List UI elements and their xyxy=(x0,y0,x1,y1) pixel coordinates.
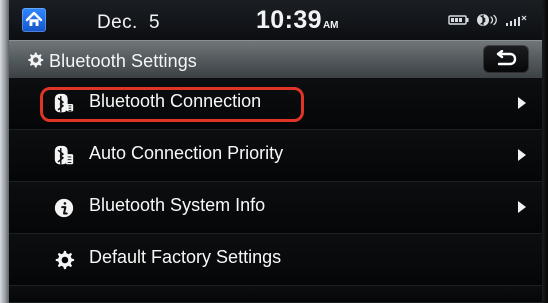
bluetooth-audio-icon xyxy=(477,14,497,26)
title-bar: Bluetooth Settings xyxy=(9,40,542,78)
signal-icon xyxy=(506,15,527,26)
menu-item-label: Bluetooth System Info xyxy=(89,195,266,215)
infotainment-screen: Dec. 5 10:39AM Bluetooth Settings Blueto… xyxy=(0,0,548,303)
time-display: 10:39 xyxy=(256,6,322,34)
back-arrow-icon xyxy=(496,50,517,66)
chevron-right-icon xyxy=(518,201,526,213)
back-button[interactable] xyxy=(483,45,529,73)
chevron-right-icon xyxy=(518,97,526,109)
menu-item-bluetooth-connection[interactable]: Bluetooth Connection xyxy=(9,78,542,130)
date-display: Dec. 5 xyxy=(97,12,160,33)
menu-item-default-factory-settings[interactable]: Default Factory Settings xyxy=(9,234,542,286)
menu-item-label: Default Factory Settings xyxy=(89,247,282,267)
gear-icon xyxy=(28,52,44,68)
gear-icon xyxy=(55,250,75,270)
ampm-indicator: AM xyxy=(322,20,339,31)
bluetooth-connection-icon xyxy=(54,93,74,113)
menu-item-label: Bluetooth Connection xyxy=(89,91,262,111)
menu-item-auto-connection-priority[interactable]: Auto Connection Priority xyxy=(9,130,542,182)
home-button[interactable] xyxy=(22,8,46,32)
left-bezel xyxy=(0,0,9,303)
menu-item-label: Auto Connection Priority xyxy=(89,143,284,163)
clock: 10:39AM xyxy=(256,6,339,34)
battery-icon xyxy=(448,15,469,25)
page-title: Bluetooth Settings xyxy=(49,51,197,71)
empty-menu-row xyxy=(9,286,542,303)
bluetooth-settings-menu: Bluetooth Connection Auto Connection Pri… xyxy=(9,78,542,303)
info-icon xyxy=(54,198,74,218)
right-bezel xyxy=(542,0,548,303)
home-icon xyxy=(25,11,43,26)
bluetooth-priority-icon xyxy=(54,145,74,165)
status-indicators xyxy=(448,13,527,27)
menu-item-bluetooth-system-info[interactable]: Bluetooth System Info xyxy=(9,182,542,234)
chevron-right-icon xyxy=(518,149,526,161)
status-bar: Dec. 5 10:39AM xyxy=(9,0,542,40)
